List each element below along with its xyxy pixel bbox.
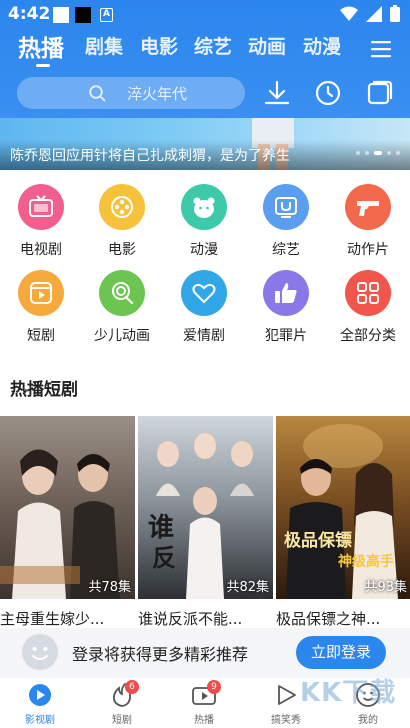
episode-count: 共82集 [226,580,269,595]
tab-anime[interactable]: 动漫 [303,32,341,59]
drama-card[interactable]: 极品保镖 神级高手 共93集 极品保镖之神... [276,416,410,629]
menu-icon[interactable] [371,40,391,58]
drama-poster: 谁 反 共82集 [138,416,273,599]
tab-hot[interactable]: 热播 [18,29,64,63]
nav-label: 影视剧 [25,715,55,726]
drama-card[interactable]: 共78集 主母重生嫁少... [0,416,135,629]
category-label: 动漫 [190,242,218,258]
thumb-icon [275,283,297,303]
category-variety[interactable]: 综艺 [246,184,326,259]
active-tab-indicator [36,64,50,67]
category-label: 少儿动画 [94,328,150,344]
login-prompt-bar: 登录将获得更多精彩推荐 立即登录 [0,628,410,678]
search-icon [89,85,106,102]
bear-icon [193,197,215,218]
signal-icon [366,5,382,22]
category-label: 综艺 [272,242,300,258]
tab-movie[interactable]: 电影 [140,32,178,59]
category-label: 爱情剧 [183,328,225,344]
film-reel-icon [111,196,133,218]
drama-title: 谁说反派不能... [138,610,243,628]
play-triangle-icon [278,685,296,705]
tab-animation[interactable]: 动画 [248,32,286,59]
section-title: 热播短剧 [10,380,78,400]
search-placeholder: 淬火年代 [127,85,188,103]
heart-icon [192,283,216,304]
avatar [22,634,58,670]
nav-label: 我的 [358,715,378,726]
svg-text:神级高手: 神级高手 [338,553,394,570]
drama-poster: 共78集 [0,416,135,599]
download-icon[interactable] [264,80,290,106]
category-label: 动作片 [347,242,389,258]
screen-cast-icon[interactable] [367,80,393,106]
banner-caption: 陈乔恩回应用针将自己扎成刺猬，是为了养生 [10,148,290,164]
category-label: 犯罪片 [265,328,307,344]
notification-badge: 9 [207,680,221,694]
nav-label: 短剧 [112,715,132,726]
episode-count: 共93集 [364,580,407,595]
variety-icon [275,197,297,218]
nav-short-drama[interactable]: 6 短剧 [92,680,152,726]
category-all[interactable]: 全部分类 [328,270,408,345]
nav-label: 热播 [194,715,214,726]
category-anime[interactable]: 动漫 [164,184,244,259]
nav-movies-tv[interactable]: 影视剧 [10,682,70,726]
status-time: 4:42 [8,4,51,24]
drama-title: 主母重生嫁少... [0,610,105,628]
episode-count: 共78集 [88,580,131,595]
play-circle-icon [29,684,51,706]
lollipop-icon [112,282,134,305]
svg-text:极品保镖: 极品保镖 [284,530,352,551]
drama-card[interactable]: 谁 反 共82集 谁说反派不能... [138,416,273,629]
drama-poster: 极品保镖 神级高手 共93集 [276,416,410,599]
svg-text:谁: 谁 [148,513,174,543]
grid-icon [357,282,379,304]
category-kids-animation[interactable]: 少儿动画 [82,270,162,345]
top-header: 4:42 A 热播 剧集 电影 综艺 动画 动漫 淬火年代 [0,0,410,118]
nav-hot[interactable]: 9 热播 [174,680,234,726]
category-action[interactable]: 动作片 [328,184,408,259]
channel-tabs: 热播 剧集 电影 综艺 动画 动漫 [0,32,410,66]
category-tv-series[interactable]: 电视剧 [1,184,81,259]
battery-icon [390,5,400,22]
wifi-icon [340,6,358,21]
smiley-avatar-icon [32,647,48,660]
notification-icon-white [53,7,69,23]
tab-series[interactable]: 剧集 [85,32,123,59]
tv-icon [29,195,53,217]
category-label: 短剧 [27,328,55,344]
a-notification-icon: A [100,8,113,22]
tab-variety[interactable]: 综艺 [194,32,232,59]
svg-text:反: 反 [152,543,176,572]
category-label: 全部分类 [340,328,396,344]
category-romance[interactable]: 爱情剧 [164,270,244,345]
login-prompt-text: 登录将获得更多精彩推荐 [72,645,249,664]
watermark: KK下载 [300,678,397,708]
status-bar: 4:42 A [0,0,410,28]
nav-label: 搞笑秀 [271,715,301,726]
play-square-icon [30,282,52,304]
category-movie[interactable]: 电影 [82,184,162,259]
gun-icon [357,201,379,216]
notification-badge: 6 [125,680,139,694]
banner-carousel[interactable]: 陈乔恩回应用针将自己扎成刺猬，是为了养生 [0,118,410,170]
category-crime[interactable]: 犯罪片 [246,270,326,345]
history-clock-icon[interactable] [315,80,341,106]
category-label: 电视剧 [20,242,62,258]
login-button[interactable]: 立即登录 [296,636,386,669]
category-label: 电影 [108,242,136,258]
notification-icon-black [75,7,91,23]
drama-title: 极品保镖之神... [276,610,381,628]
category-short-drama[interactable]: 短剧 [1,270,81,345]
search-input[interactable]: 淬火年代 [17,77,245,109]
banner-pagination [356,151,400,155]
